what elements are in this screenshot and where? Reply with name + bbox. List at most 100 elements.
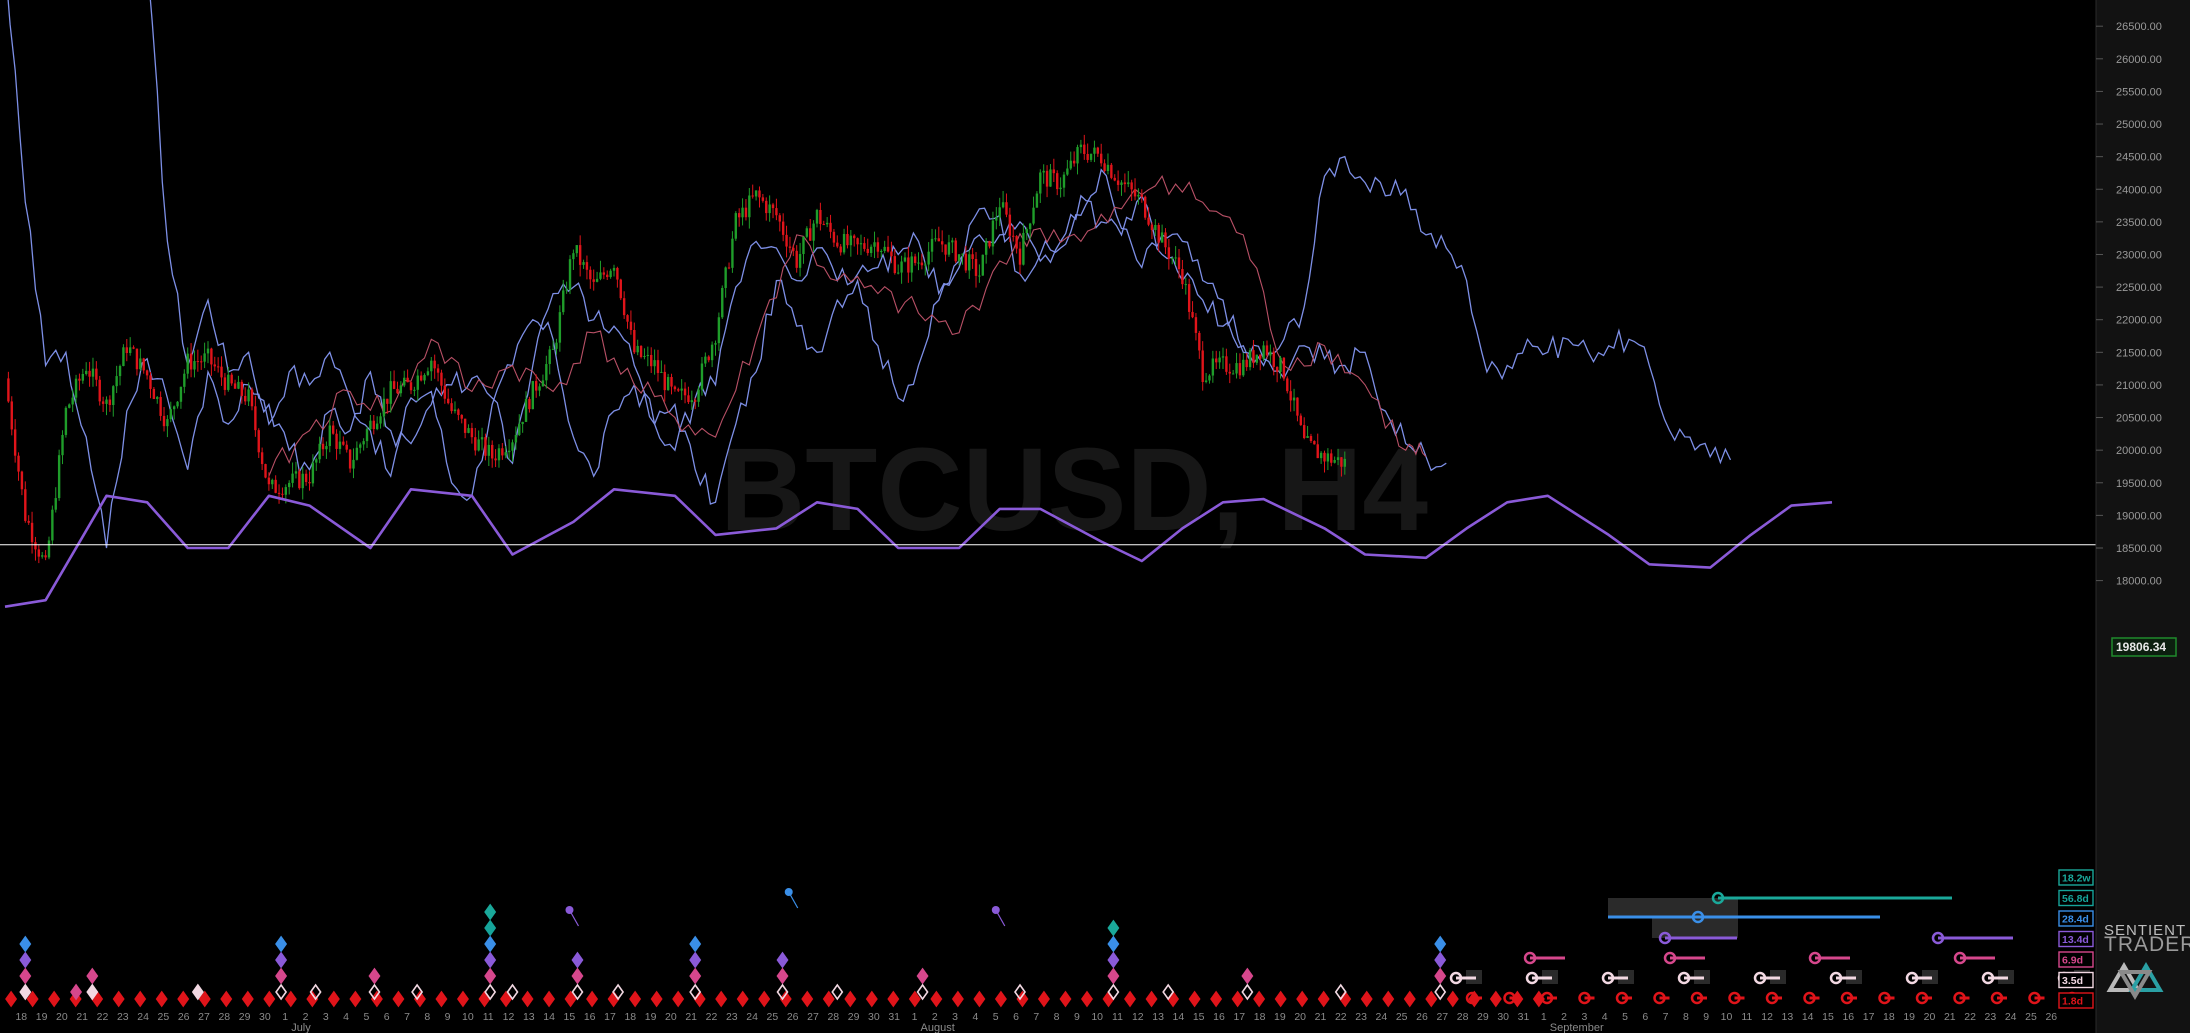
candle-body xyxy=(924,264,927,266)
candle-body xyxy=(1130,182,1133,190)
candle-body xyxy=(1015,236,1018,249)
x-day-label: 12 xyxy=(503,1011,515,1023)
candle-body xyxy=(781,221,785,235)
candle-body xyxy=(17,455,20,472)
x-day-label: 20 xyxy=(1294,1011,1306,1023)
candle-body xyxy=(873,242,876,247)
candle-body xyxy=(450,403,453,412)
candle-body xyxy=(805,228,809,237)
candle-body xyxy=(1303,425,1306,439)
candle-body xyxy=(707,356,710,361)
x-day-label: 20 xyxy=(56,1011,68,1023)
candle-body xyxy=(274,479,277,493)
candle-body xyxy=(169,409,172,420)
candle-body xyxy=(240,381,244,396)
candle-body xyxy=(406,377,409,383)
candle-body xyxy=(643,355,646,358)
x-day-label: 7 xyxy=(404,1011,410,1023)
x-day-label: 1 xyxy=(912,1011,918,1023)
candle-body xyxy=(666,377,670,391)
price-chart[interactable]: BTCUSD, H4 18000.00 18500.00 19000.00 19500… xyxy=(0,0,2190,1033)
candle-body xyxy=(934,238,937,240)
candle-body xyxy=(944,244,947,255)
candle-body xyxy=(734,213,737,239)
x-day-label: 12 xyxy=(1132,1011,1144,1023)
candle-body xyxy=(1319,452,1323,459)
candle-body xyxy=(1147,217,1150,225)
candle-body xyxy=(555,342,558,349)
candle-body xyxy=(1238,363,1242,376)
candle-body xyxy=(785,234,788,247)
x-day-label: 1 xyxy=(282,1011,288,1023)
x-day-label: 5 xyxy=(993,1011,999,1023)
candle-body xyxy=(210,348,213,365)
x-day-label: 24 xyxy=(1376,1011,1388,1023)
candle-body xyxy=(1299,415,1303,426)
candle-body xyxy=(200,361,203,363)
candle-body xyxy=(768,204,771,214)
candle-body xyxy=(386,398,389,404)
candle-body xyxy=(545,364,548,381)
candle-body xyxy=(1066,168,1069,175)
candle-body xyxy=(940,241,944,245)
candle-body xyxy=(917,262,920,264)
candle-body xyxy=(172,406,176,410)
candle-body xyxy=(1120,182,1123,185)
candle-body xyxy=(477,439,480,451)
x-day-label: 23 xyxy=(1355,1011,1367,1023)
x-day-label: 29 xyxy=(848,1011,860,1023)
candle-body xyxy=(694,400,697,402)
candle-body xyxy=(893,256,897,274)
candle-body xyxy=(947,242,951,255)
candle-body xyxy=(1069,160,1072,169)
candle-body xyxy=(984,241,988,255)
candle-body xyxy=(443,385,447,399)
x-day-label: 4 xyxy=(972,1011,978,1023)
candle-body xyxy=(677,389,680,391)
y-tick-label: 24000.00 xyxy=(2116,184,2162,196)
candle-body xyxy=(1306,436,1309,439)
candle-body xyxy=(1001,202,1005,208)
candle-body xyxy=(903,257,907,262)
candle-body xyxy=(809,228,812,241)
candle-body xyxy=(250,389,254,407)
candle-body xyxy=(1032,207,1035,224)
candle-body xyxy=(656,360,660,373)
x-month-label: July xyxy=(291,1022,311,1033)
x-day-label: 4 xyxy=(343,1011,349,1023)
candle-body xyxy=(1269,351,1272,356)
x-day-label: 27 xyxy=(1436,1011,1448,1023)
candle-body xyxy=(717,317,721,344)
candle-body xyxy=(825,222,829,225)
x-day-label: 8 xyxy=(1683,1011,1689,1023)
candle-body xyxy=(291,473,294,483)
x-month-label: August xyxy=(921,1022,955,1033)
candle-body xyxy=(1333,459,1336,463)
y-tick-label: 20000.00 xyxy=(2116,445,2162,457)
candle-body xyxy=(673,386,677,390)
candle-body xyxy=(650,354,653,367)
candle-body xyxy=(1039,172,1042,194)
candle-body xyxy=(1103,163,1106,172)
candle-body xyxy=(328,425,331,447)
x-day-label: 29 xyxy=(239,1011,251,1023)
candle-body xyxy=(257,430,260,453)
x-day-label: 16 xyxy=(584,1011,596,1023)
cycle-label-text: 1.8d xyxy=(2062,996,2083,1008)
candle-body xyxy=(1326,453,1330,462)
candle-body xyxy=(724,267,727,288)
candle-body xyxy=(1184,284,1187,286)
candle-body xyxy=(1275,366,1279,372)
candle-body xyxy=(775,208,778,216)
x-day-label: 31 xyxy=(888,1011,900,1023)
candle-body xyxy=(1259,354,1262,359)
candle-body xyxy=(880,251,883,253)
candle-body xyxy=(1296,397,1299,416)
candle-body xyxy=(196,361,200,363)
candle-body xyxy=(531,381,534,410)
x-day-label: 1 xyxy=(1541,1011,1547,1023)
candle-body xyxy=(1221,356,1225,358)
candle-body xyxy=(362,441,365,445)
candle-body xyxy=(1171,258,1174,260)
x-day-label: 13 xyxy=(1782,1011,1794,1023)
